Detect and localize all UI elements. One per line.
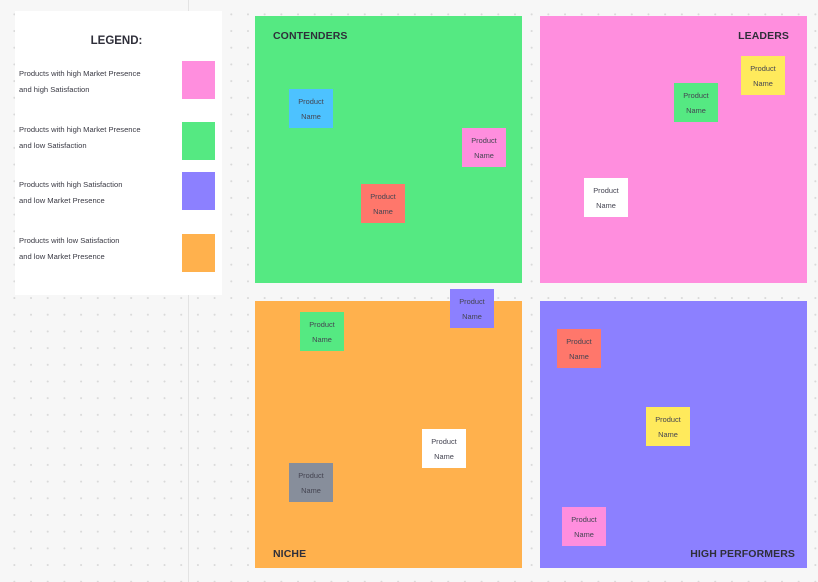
quadrant-niche[interactable]: NICHE [255,301,522,568]
legend-item-line: and high Satisfaction [19,84,90,94]
legend-item-high-performers: Products with high Satisfaction and low … [19,172,219,217]
sticky-text: Name [301,485,321,495]
sticky-text: Name [753,78,773,88]
legend-title: LEGEND: [15,35,222,47]
legend-item-line: Products with high Market Presence [19,69,141,78]
sticky-text: Name [301,111,321,121]
quadrant-title-leaders: LEADERS [738,30,789,42]
sticky-text: Product [566,336,592,346]
legend-item-text: Products with high Market Presence and l… [19,122,169,153]
quadrant-title-high-performers: HIGH PERFORMERS [690,548,795,560]
sticky-note[interactable]: Product Name [557,329,601,368]
sticky-text: Name [434,451,454,461]
legend-item-line: Products with high Satisfaction [19,180,123,189]
sticky-note[interactable]: Product Name [289,89,333,128]
sticky-note[interactable]: Product Name [462,128,506,167]
sticky-text: Name [373,206,393,216]
sticky-note[interactable]: Product Name [361,184,405,223]
sticky-text: Product [298,96,324,106]
sticky-text: Name [569,351,589,361]
sticky-text: Name [462,311,482,321]
legend-item-line: Products with low Satisfaction [19,236,120,245]
sticky-text: Product [593,185,619,195]
legend-item-niche: Products with low Satisfaction and low M… [19,233,219,273]
sticky-text: Name [312,334,332,344]
sticky-text: Product [298,470,324,480]
legend-item-line: Products with high Market Presence [19,125,141,134]
legend-card[interactable]: LEGEND: Products with high Market Presen… [15,11,222,295]
sticky-note[interactable]: Product Name [450,289,494,328]
sticky-note[interactable]: Product Name [562,507,606,546]
sticky-text: Product [683,90,709,100]
quadrant-title-contenders: CONTENDERS [273,30,348,42]
legend-item-leaders: Products with high Market Presence and h… [19,61,219,106]
legend-swatch-purple [182,172,215,210]
sticky-note[interactable]: Product Name [300,312,344,351]
sticky-note[interactable]: Product Name [584,178,628,217]
legend-swatch-orange [182,234,215,272]
sticky-note[interactable]: Product Name [422,429,466,468]
legend-swatch-green [182,122,215,160]
sticky-text: Product [471,135,497,145]
sticky-text: Product [431,436,457,446]
legend-item-text: Products with high Satisfaction and low … [19,177,169,208]
legend-swatch-pink [182,61,215,99]
sticky-text: Product [571,514,597,524]
sticky-text: Product [459,296,485,306]
sticky-note[interactable]: Product Name [674,83,718,122]
sticky-text: Name [574,529,594,539]
legend-item-text: Products with high Market Presence and h… [19,66,169,97]
sticky-text: Name [474,150,494,160]
legend-item-line: and low Market Presence [19,251,105,261]
legend-item-line: and low Satisfaction [19,140,87,150]
sticky-note[interactable]: Product Name [741,56,785,95]
legend-title-text: LEGEND: [90,35,143,47]
sticky-text: Product [309,319,335,329]
sticky-text: Name [658,429,678,439]
sticky-text: Product [655,414,681,424]
legend-item-contenders: Products with high Market Presence and l… [19,122,219,162]
sticky-text: Product [370,191,396,201]
sticky-text: Product [750,63,776,73]
legend-item-line: and low Market Presence [19,195,105,205]
legend-item-text: Products with low Satisfaction and low M… [19,233,169,264]
quadrant-title-niche: NICHE [273,548,307,560]
sticky-text: Name [686,105,706,115]
sticky-text: Name [596,200,616,210]
sticky-note[interactable]: Product Name [289,463,333,502]
sticky-note[interactable]: Product Name [646,407,690,446]
